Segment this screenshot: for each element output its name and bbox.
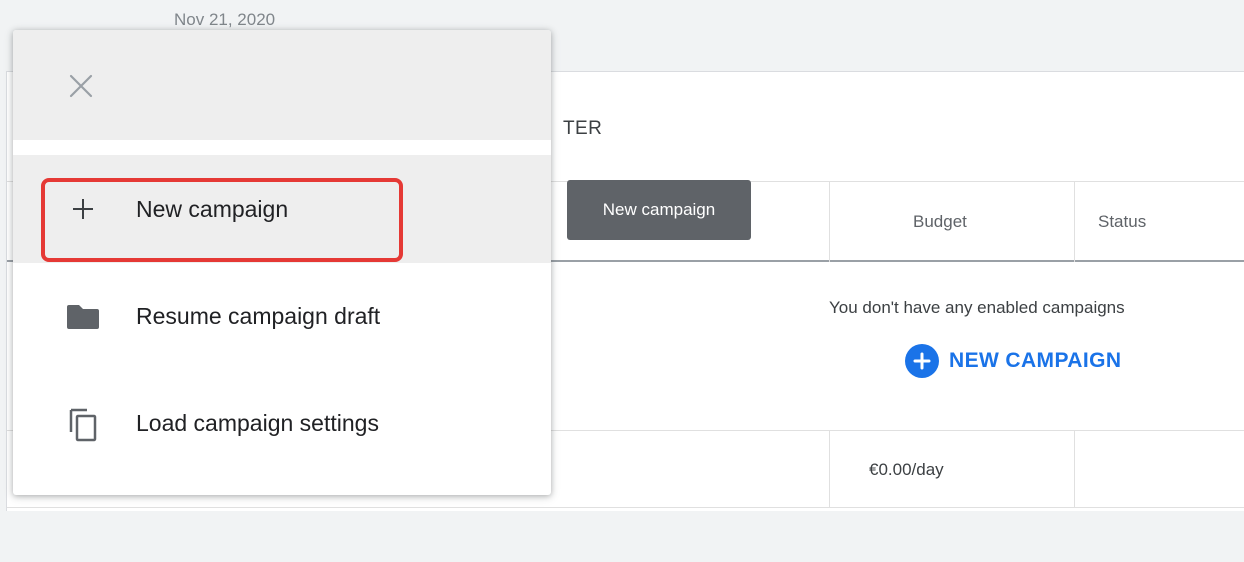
menu-header bbox=[13, 30, 551, 140]
add-circle-icon bbox=[905, 344, 939, 378]
date-range-label: Nov 21, 2020 bbox=[174, 10, 276, 29]
folder-icon bbox=[65, 299, 101, 335]
column-divider bbox=[829, 430, 830, 508]
menu-item-label: New campaign bbox=[136, 195, 289, 222]
menu-item-resume-draft[interactable]: Resume campaign draft bbox=[13, 263, 551, 370]
filter-label[interactable]: TER bbox=[563, 118, 602, 140]
column-header-budget[interactable]: Budget bbox=[913, 212, 967, 232]
create-campaign-menu: New campaign Resume campaign draft Load … bbox=[13, 30, 551, 495]
column-divider bbox=[1074, 182, 1075, 262]
menu-item-load-settings[interactable]: Load campaign settings bbox=[13, 370, 551, 477]
menu-item-new-campaign[interactable]: New campaign bbox=[13, 155, 551, 263]
close-icon bbox=[69, 74, 93, 98]
column-header-status[interactable]: Status bbox=[1098, 212, 1146, 232]
new-campaign-tooltip: New campaign bbox=[567, 180, 751, 240]
menu-item-label: Resume campaign draft bbox=[136, 303, 381, 329]
copy-icon bbox=[65, 406, 101, 442]
column-divider bbox=[829, 182, 830, 262]
plus-icon bbox=[65, 191, 101, 227]
close-button[interactable] bbox=[63, 68, 99, 104]
new-campaign-link[interactable]: NEW CAMPAIGN bbox=[905, 344, 1121, 378]
menu-item-label: Load campaign settings bbox=[136, 410, 379, 436]
column-divider bbox=[1074, 430, 1075, 508]
new-campaign-link-label: NEW CAMPAIGN bbox=[949, 349, 1122, 372]
total-budget-value: €0.00/day bbox=[869, 460, 944, 479]
empty-state-message: You don't have any enabled campaigns bbox=[829, 298, 1125, 317]
menu-spacer bbox=[13, 140, 551, 155]
